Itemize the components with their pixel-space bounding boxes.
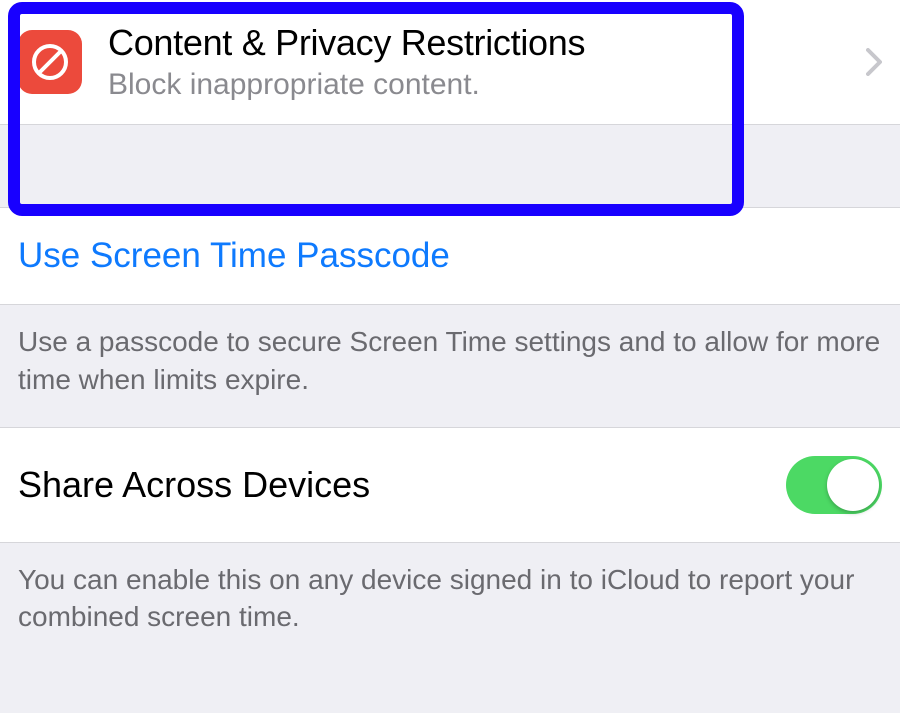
restrictions-icon — [18, 30, 82, 94]
restrictions-title: Content & Privacy Restrictions — [108, 22, 856, 64]
share-across-devices-row[interactable]: Share Across Devices — [0, 427, 900, 543]
no-entry-icon — [30, 42, 70, 82]
share-footer-text: You can enable this on any device signed… — [0, 543, 900, 637]
share-toggle-switch[interactable] — [786, 456, 882, 514]
passcode-footer-text: Use a passcode to secure Screen Time set… — [0, 305, 900, 427]
section-gap — [0, 125, 900, 207]
share-label: Share Across Devices — [18, 464, 786, 506]
chevron-right-icon — [866, 48, 882, 76]
use-screen-time-passcode-row[interactable]: Use Screen Time Passcode — [0, 207, 900, 305]
row-text-container: Content & Privacy Restrictions Block ina… — [108, 22, 856, 102]
switch-knob — [827, 459, 879, 511]
content-privacy-restrictions-row[interactable]: Content & Privacy Restrictions Block ina… — [0, 0, 900, 125]
restrictions-subtitle: Block inappropriate content. — [108, 68, 856, 102]
passcode-link-label: Use Screen Time Passcode — [18, 236, 450, 275]
